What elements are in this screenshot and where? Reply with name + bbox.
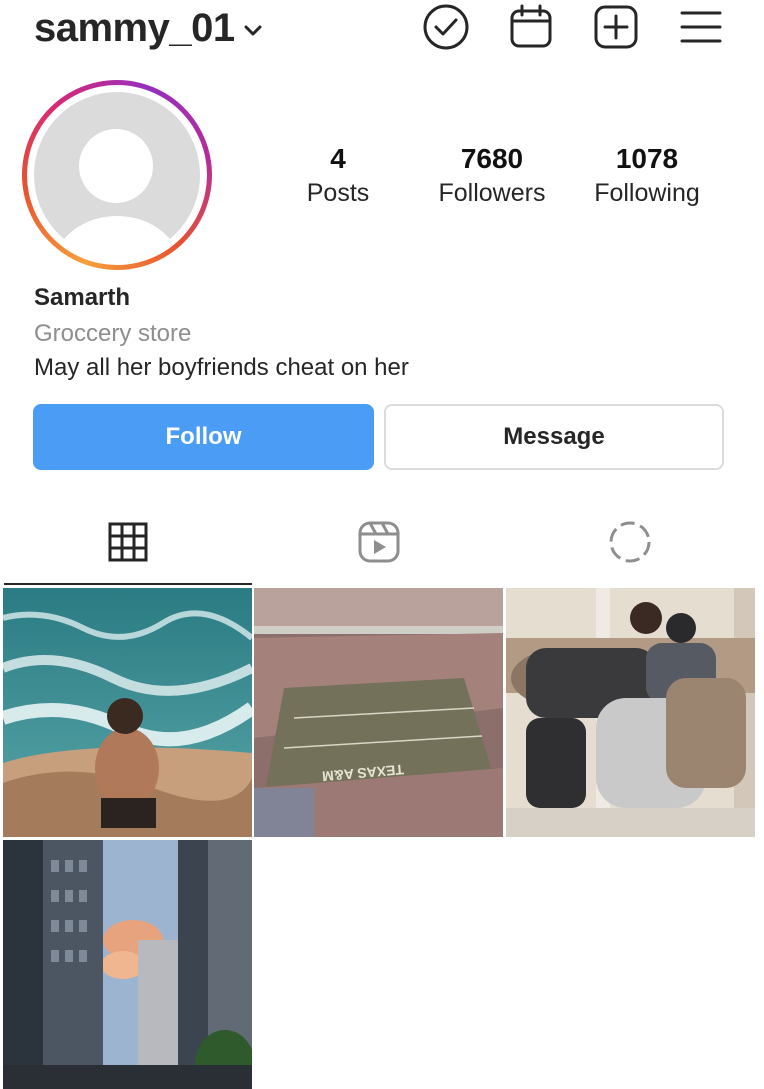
tab-loading[interactable]: [504, 500, 756, 584]
posts-count-label: Posts: [306, 179, 370, 207]
stadium-photo: TEXAS A&M: [254, 588, 503, 837]
default-avatar-icon: [34, 92, 200, 258]
ocean-cliff-photo: [3, 588, 252, 837]
profile-avatar[interactable]: [22, 80, 212, 270]
username: sammy_01: [34, 6, 235, 50]
grid-icon: [108, 522, 148, 562]
posts-count[interactable]: 4 Posts: [258, 140, 418, 208]
followers-count-value: 7680: [460, 143, 524, 174]
message-button[interactable]: Message: [384, 404, 724, 470]
tab-reels[interactable]: [253, 500, 505, 584]
chevron-down-icon: [244, 25, 262, 36]
posts-count-value: 4: [330, 143, 346, 174]
check-circle-icon[interactable]: [421, 2, 471, 52]
followers-count[interactable]: 7680 Followers: [412, 140, 572, 208]
tab-posts-grid[interactable]: [2, 500, 254, 584]
profile-bio: May all her boyfriends cheat on her: [34, 354, 409, 381]
following-count-value: 1078: [615, 143, 679, 174]
post-thumbnail-stadium[interactable]: TEXAS A&M: [254, 588, 503, 837]
follow-button[interactable]: Follow: [33, 404, 374, 470]
menu-hamburger-icon[interactable]: [676, 2, 726, 52]
new-post-plus-icon[interactable]: [591, 2, 641, 52]
loading-circle-icon: [609, 521, 651, 563]
profile-name: Samarth: [34, 284, 131, 311]
following-count[interactable]: 1078 Following: [567, 140, 727, 208]
post-thumbnail-ocean-cliff[interactable]: [3, 588, 252, 837]
calendar-icon[interactable]: [506, 2, 556, 52]
followers-count-label: Followers: [438, 179, 546, 207]
store-shelf-photo: [506, 588, 755, 837]
username-switcher[interactable]: sammy_01: [34, 4, 263, 52]
profile-category: Groccery store: [34, 320, 192, 347]
active-tab-indicator: [4, 583, 252, 585]
post-thumbnail-city[interactable]: [3, 840, 252, 1089]
reels-icon: [358, 521, 400, 563]
post-thumbnail-store-shelf[interactable]: [506, 588, 755, 837]
following-count-label: Following: [594, 179, 700, 207]
city-skyscrapers-photo: [3, 840, 252, 1089]
